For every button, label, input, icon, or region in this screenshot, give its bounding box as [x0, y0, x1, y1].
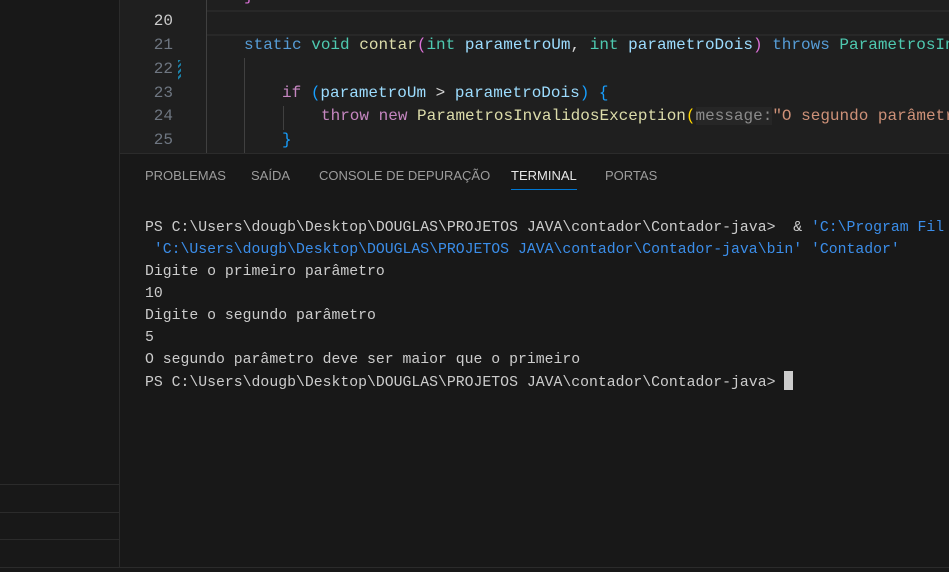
status-bar-edge — [0, 567, 949, 572]
indent-guide — [283, 106, 284, 130]
current-line-highlight — [206, 10, 949, 36]
code-line-23: if (parametroUm > parametroDois) { — [282, 84, 609, 102]
terminal-command: PS C:\Users\dougb\Desktop\DOUGLAS\PROJET… — [145, 220, 945, 236]
code-line-24: throw new ParametrosInvalidosException(m… — [321, 107, 949, 125]
tab-terminal[interactable]: TERMINAL — [511, 168, 577, 190]
terminal-line: 5 — [145, 330, 154, 346]
line-number: 23 — [153, 84, 173, 102]
sidebar-divider — [0, 539, 119, 540]
terminal-line: Digite o segundo parâmetro — [145, 308, 376, 324]
tab-saida[interactable]: SAÍDA — [251, 168, 290, 189]
terminal-line: Digite o primeiro parâmetro — [145, 264, 385, 280]
sidebar-divider — [0, 512, 119, 513]
tab-portas[interactable]: PORTAS — [605, 168, 657, 189]
sidebar — [0, 0, 120, 567]
line-number: 25 — [153, 131, 173, 149]
code-editor[interactable]: 19 20 21 22 23 24 25 } static void conta… — [120, 0, 949, 153]
indent-guide — [206, 0, 207, 153]
code-line-25: } — [282, 131, 292, 149]
tab-console-depuracao[interactable]: CONSOLE DE DEPURAÇÃO — [319, 168, 490, 189]
terminal-prompt: PS C:\Users\dougb\Desktop\DOUGLAS\PROJET… — [145, 375, 785, 391]
terminal-line: 10 — [145, 286, 163, 302]
indent-guide — [244, 58, 245, 153]
modified-line-marker — [178, 60, 181, 80]
parameter-hint: message: — [695, 107, 773, 125]
code-line-21: static void contar(int parametroUm, int … — [244, 36, 949, 54]
tab-problemas[interactable]: PROBLEMAS — [145, 168, 226, 189]
sidebar-divider — [0, 484, 119, 485]
line-number: 24 — [153, 107, 173, 125]
line-number: 20 — [153, 12, 173, 30]
terminal-output[interactable]: PS C:\Users\dougb\Desktop\DOUGLAS\PROJET… — [145, 217, 944, 394]
line-number: 21 — [153, 36, 173, 54]
terminal-line: O segundo parâmetro deve ser maior que o… — [145, 352, 581, 368]
terminal-command-continuation: 'C:\Users\dougb\Desktop\DOUGLAS\PROJETOS… — [145, 242, 900, 258]
line-number: 22 — [153, 60, 173, 78]
line-number: 19 — [120, 0, 173, 5]
code-line-19: } — [244, 0, 254, 5]
bottom-panel: PROBLEMAS SAÍDA CONSOLE DE DEPURAÇÃO TER… — [120, 153, 949, 568]
terminal-cursor[interactable] — [784, 371, 794, 390]
